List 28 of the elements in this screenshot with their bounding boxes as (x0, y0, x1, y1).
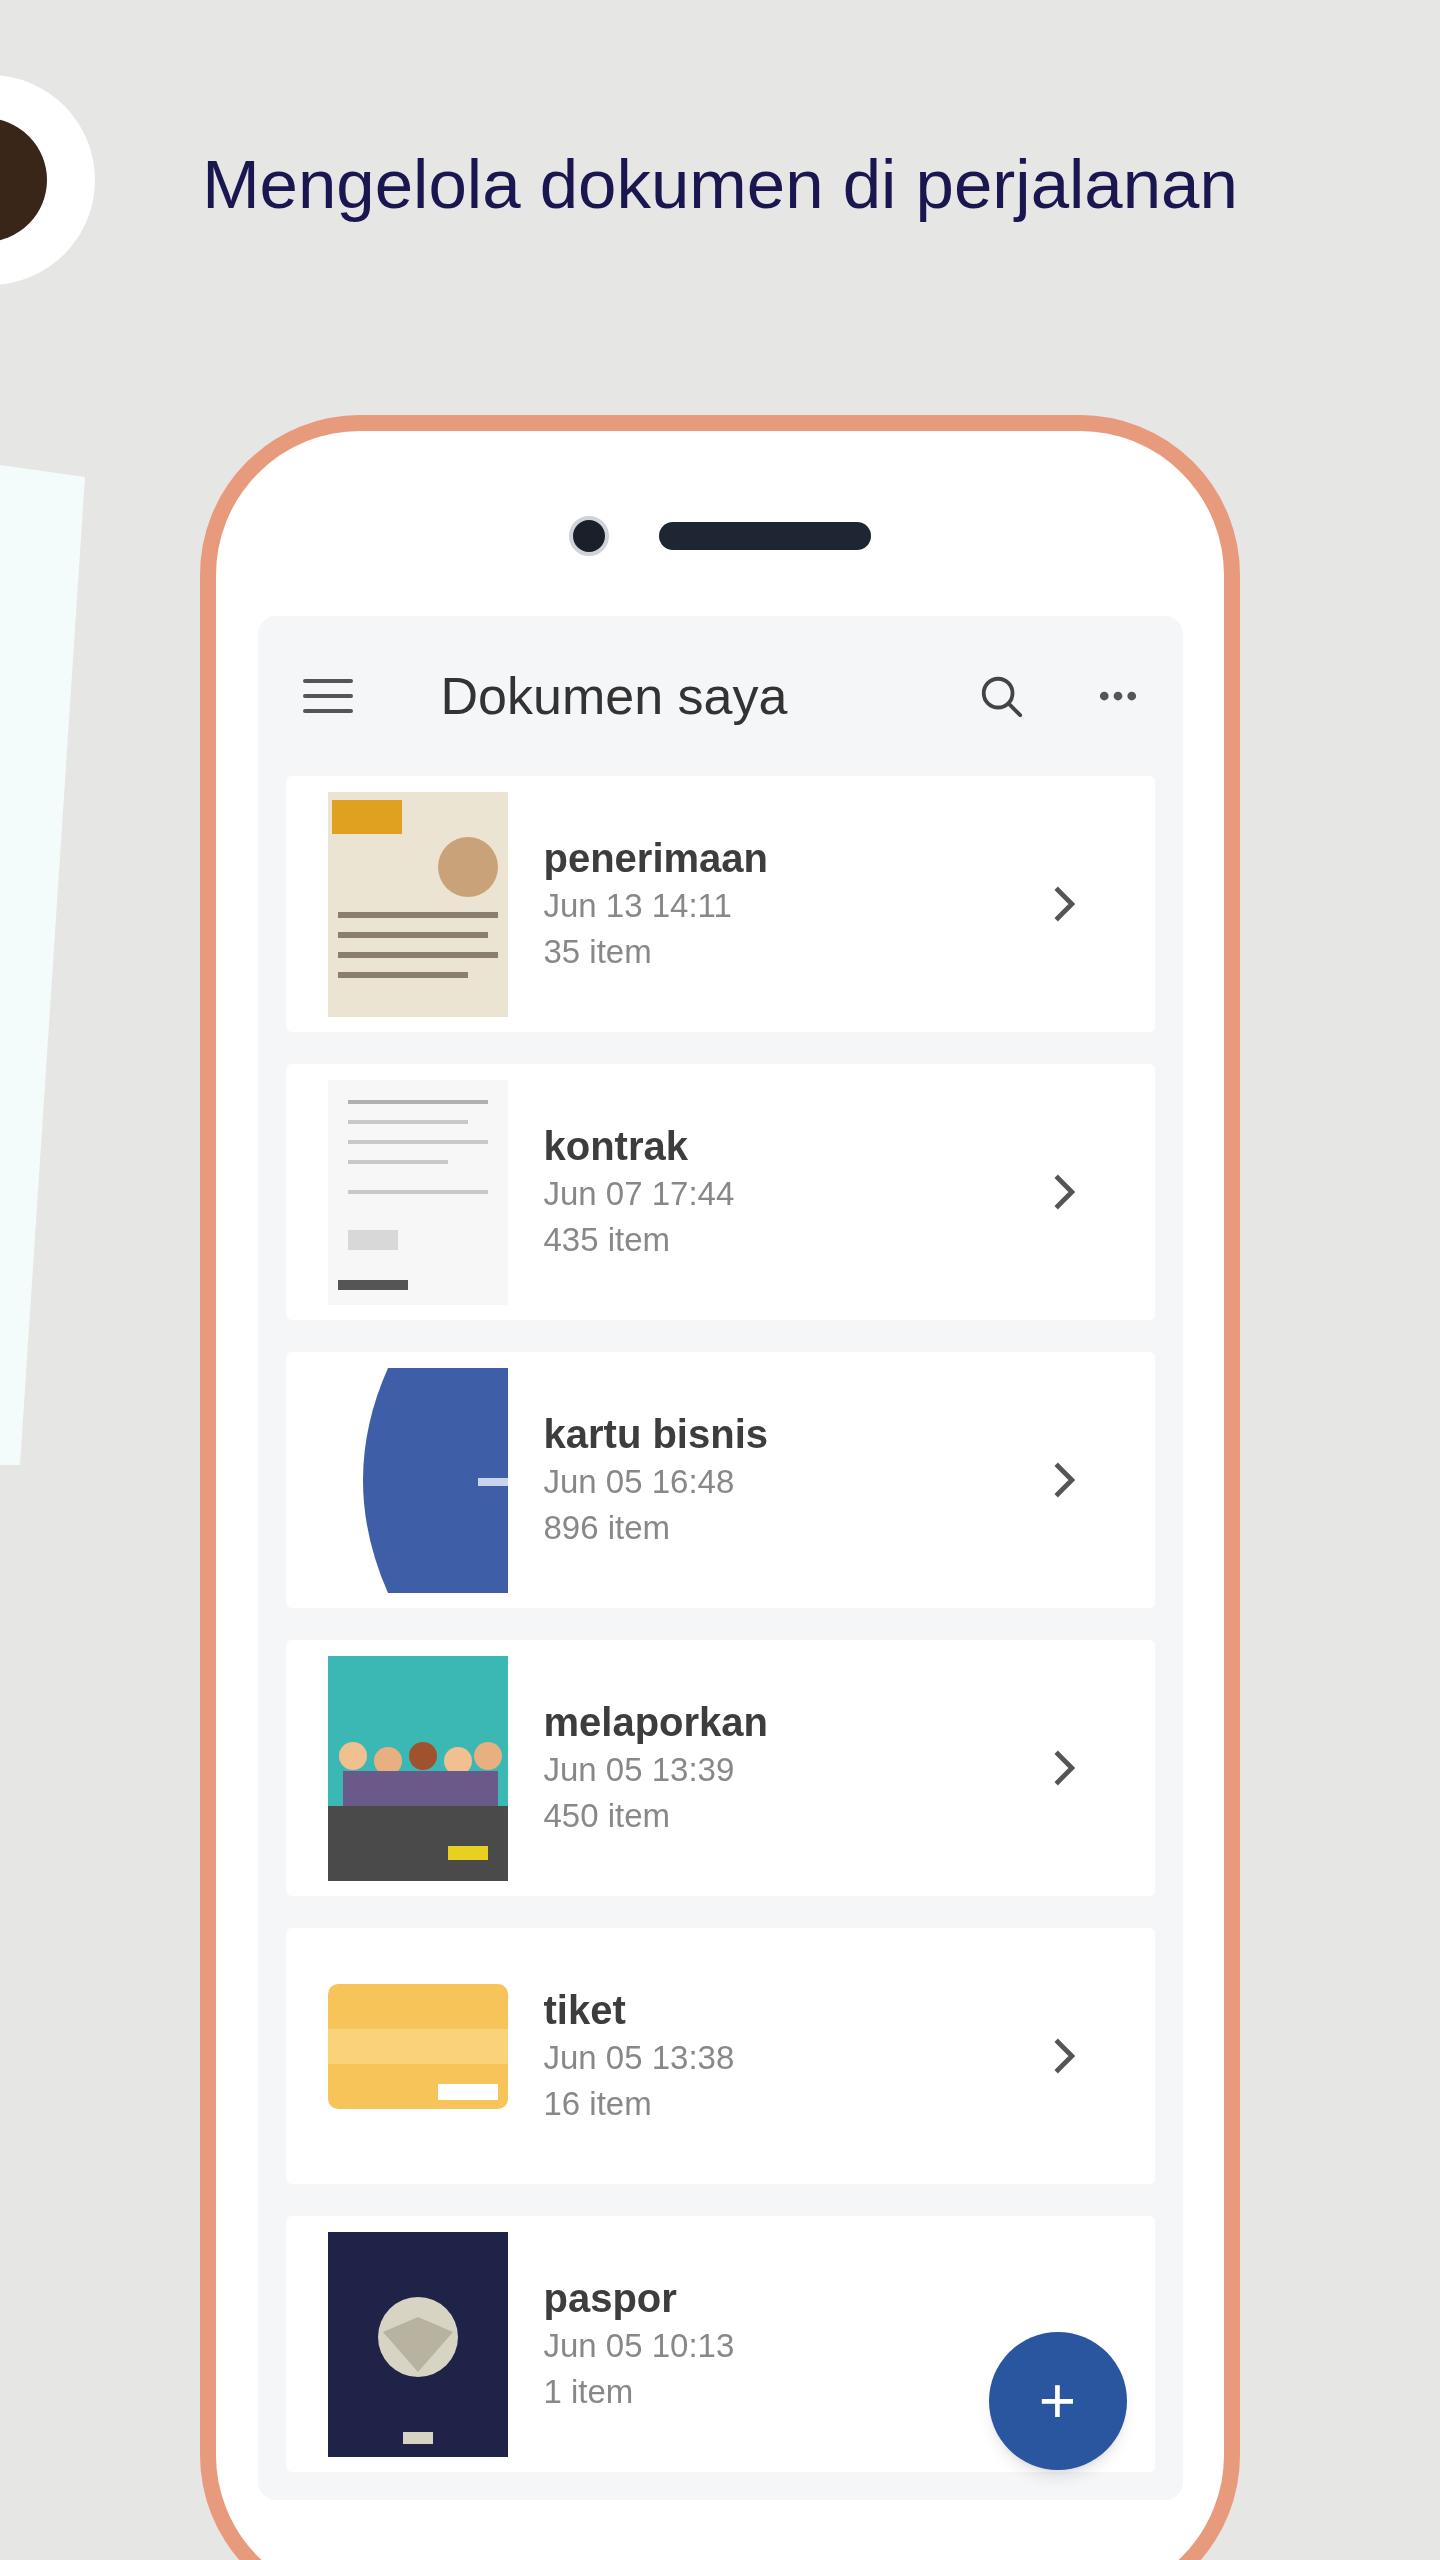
menu-icon[interactable] (302, 679, 353, 713)
speaker-icon (659, 522, 871, 550)
document-row[interactable]: penerimaan Jun 13 14:11 35 item (285, 776, 1155, 1032)
camera-icon (569, 516, 609, 556)
document-title: kartu bisnis (543, 1411, 768, 1458)
document-title: melaporkan (543, 1699, 769, 1746)
document-title: penerimaan (543, 835, 769, 882)
app-title: Dokumen saya (440, 666, 789, 727)
more-icon[interactable] (1097, 691, 1138, 701)
document-count: 16 item (543, 2084, 652, 2124)
document-row[interactable]: melaporkan Jun 05 13:39 450 item (285, 1640, 1155, 1896)
document-date: Jun 05 10:13 (543, 2326, 735, 2366)
document-count: 435 item (543, 1220, 671, 1260)
document-date: Jun 13 14:11 (543, 886, 732, 926)
document-row[interactable]: tiket Jun 05 13:38 16 item (285, 1928, 1155, 2184)
document-row[interactable]: kontrak Jun 07 17:44 435 item (285, 1064, 1155, 1320)
document-title: paspor (543, 2275, 677, 2322)
document-count: 896 item (543, 1508, 671, 1548)
document-count: 35 item (543, 932, 652, 972)
document-date: Jun 05 16:48 (543, 1462, 735, 1502)
document-count: 450 item (543, 1796, 671, 1836)
document-title: kontrak (543, 1123, 688, 1170)
document-title: tiket (543, 1987, 626, 2034)
document-date: Jun 05 13:38 (543, 2038, 735, 2078)
document-row[interactable]: kartu bisnis Jun 05 16:48 896 item (285, 1352, 1155, 1608)
document-count: 1 item (543, 2372, 634, 2412)
document-date: Jun 07 17:44 (543, 1174, 735, 1214)
document-date: Jun 05 13:39 (543, 1750, 735, 1790)
